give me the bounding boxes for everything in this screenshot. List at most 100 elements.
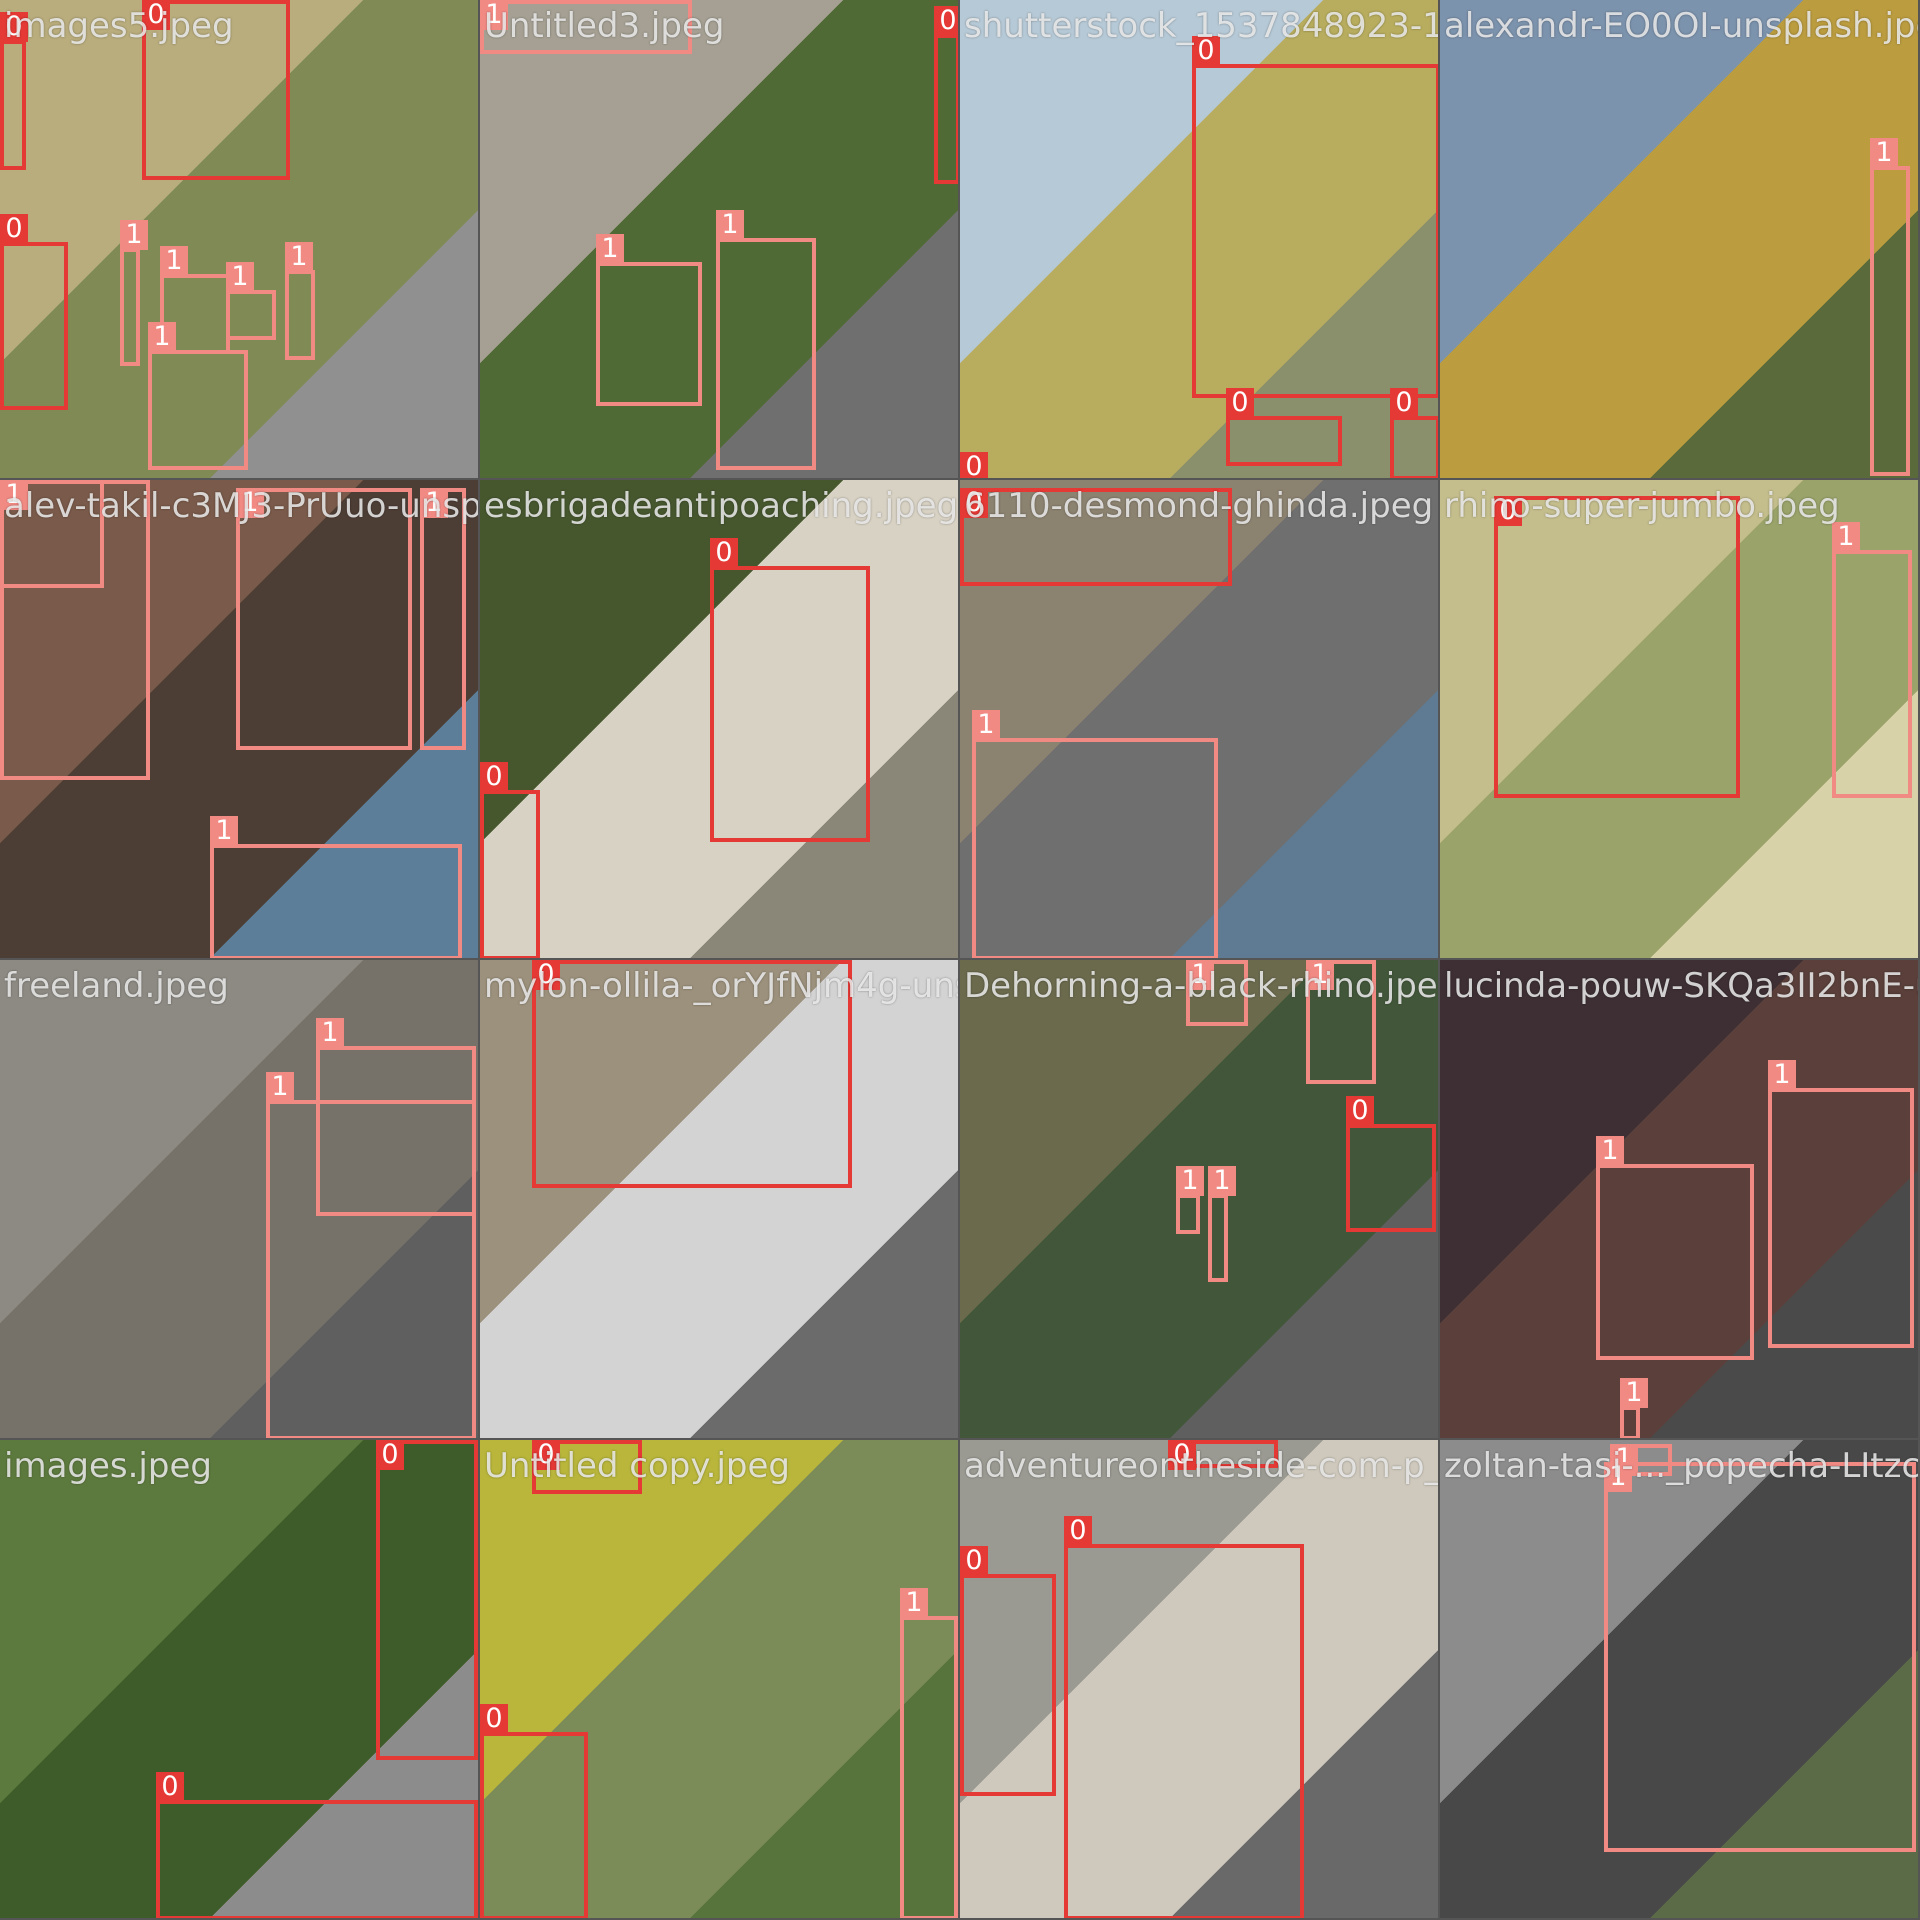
class-label: 1 xyxy=(972,710,1000,740)
detection-box: 0 xyxy=(1346,1096,1436,1232)
class-label: 0 xyxy=(1226,388,1254,418)
detection-box: 0 xyxy=(0,12,28,170)
mosaic-tile: 6110-desmond-ghinda.jpeg 0 1 xyxy=(960,480,1440,960)
detection-box: 1 xyxy=(266,1072,476,1438)
class-label: 1 xyxy=(1870,138,1898,168)
mosaic-tile: mylon-ollila-_orYJfNjm4g-unsplash.jpeg0 xyxy=(480,960,960,1440)
tile-filename: esbrigadeantipoaching.jpeg xyxy=(484,486,959,526)
mosaic-tile: freeland.jpeg 1 1 xyxy=(0,960,480,1440)
detection-box: 1 xyxy=(596,234,702,406)
class-label: 0 xyxy=(480,1704,508,1734)
detection-box: 0 xyxy=(0,214,68,410)
detection-box: 1 xyxy=(1176,1166,1204,1234)
detection-box: 1 xyxy=(1870,138,1910,476)
mosaic-tile: lucinda-pouw-SKQa3II2bnE-unsplash.jpeg 1 1… xyxy=(1440,960,1920,1440)
class-label: 0 xyxy=(1390,388,1418,418)
detection-box: 1 xyxy=(1620,1378,1648,1438)
detection-box: 1 xyxy=(148,322,248,470)
detection-box: 1 xyxy=(210,816,462,958)
mosaic-tile: esbrigadeantipoaching.jpeg 0 0 xyxy=(480,480,960,960)
detection-box: 1 xyxy=(1832,522,1912,798)
mosaic-tile: alexandr-EO0OI-unsplash.jpeg 1 xyxy=(1440,0,1920,480)
detection-box: 0 xyxy=(710,538,870,842)
detection-box: 1 xyxy=(226,262,276,340)
detection-mosaic: images5.jpeg 0 0 0 1 1 1 1 1 Untitled3.jpeg 1 0 1 1 sh… xyxy=(0,0,1920,1920)
detection-box: 0 xyxy=(376,1440,478,1760)
mosaic-tile: Untitled copy.jpeg 0 0 1 xyxy=(480,1440,960,1920)
mosaic-tile: alev-takil-c3MJ3-PrUuo-unsplash.jpeg1111… xyxy=(0,480,480,960)
tile-filename: mylon-ollila-_orYJfNjm4g-unsplash.jpeg xyxy=(484,966,960,1006)
detection-box: 1 xyxy=(972,710,1218,958)
tile-filename: rhino-super-jumbo.jpeg xyxy=(1444,486,1840,526)
class-label: 1 xyxy=(596,234,624,264)
detection-box: 1 xyxy=(236,488,412,750)
class-label: 1 xyxy=(1176,1166,1204,1196)
class-label: 0 xyxy=(0,214,28,244)
class-label: 1 xyxy=(1832,522,1860,552)
detection-box: 0 xyxy=(1226,388,1342,466)
detection-box: 0 xyxy=(480,762,540,958)
detection-box: 0 xyxy=(1494,496,1740,798)
detection-box: 0 xyxy=(960,1546,1056,1796)
class-label: 1 xyxy=(148,322,176,352)
class-label: 1 xyxy=(285,242,313,272)
class-label: 0 xyxy=(960,1546,988,1576)
class-label: 0 xyxy=(156,1772,184,1802)
class-label: 0 xyxy=(710,538,738,568)
tile-filename: images5.jpeg xyxy=(4,6,234,46)
mosaic-tile: images.jpeg 0 0 xyxy=(0,1440,480,1920)
tile-filename: shutterstock_1537848923-1024x683.jpeg xyxy=(964,6,1438,46)
tile-filename: images.jpeg xyxy=(4,1446,212,1486)
mosaic-tile: images5.jpeg 0 0 0 1 1 1 1 1 xyxy=(0,0,480,480)
tile-filename: 6110-desmond-ghinda.jpeg xyxy=(964,486,1434,526)
tile-filename: Dehorning-a-black-rhino.jpeg xyxy=(964,966,1440,1006)
detection-box: 0 xyxy=(1064,1516,1304,1918)
detection-box: 1 xyxy=(1768,1060,1914,1348)
class-label: 1 xyxy=(900,1588,928,1618)
class-label: 0 xyxy=(1064,1516,1092,1546)
tile-filename: alev-takil-c3MJ3-PrUuo-unsplash.jpeg xyxy=(4,486,480,526)
class-label: 0 xyxy=(376,1440,404,1470)
detection-box: 1 xyxy=(716,210,816,470)
class-label: 0 xyxy=(480,762,508,792)
detection-box: 1 xyxy=(120,220,148,366)
class-label: 1 xyxy=(716,210,744,240)
detection-box: 1 xyxy=(420,488,466,750)
mosaic-tile: rhino-super-jumbo.jpeg 0 1 xyxy=(1440,480,1920,960)
mosaic-tile: zoltan-tasi-..._popecha-LItzcvR.jpeg11 xyxy=(1440,1440,1920,1920)
tile-filename: Untitled3.jpeg xyxy=(484,6,725,46)
tile-filename: freeland.jpeg xyxy=(4,966,229,1006)
tile-filename: Untitled copy.jpeg xyxy=(484,1446,790,1486)
detection-box: 1 xyxy=(1208,1166,1236,1282)
detection-box: 0 xyxy=(1192,36,1438,398)
detection-box: 1 xyxy=(285,242,315,360)
tile-filename: alexandr-EO0OI-unsplash.jpeg xyxy=(1444,6,1920,46)
class-label: 1 xyxy=(160,246,188,276)
mosaic-tile: shutterstock_1537848923-1024x683.jpeg000… xyxy=(960,0,1440,480)
class-label: 0 xyxy=(934,6,958,36)
class-label: 1 xyxy=(210,816,238,846)
detection-box: 1 xyxy=(1604,1462,1916,1852)
class-label: 1 xyxy=(1596,1136,1624,1166)
detection-box: 0 xyxy=(480,1704,588,1918)
class-label: 1 xyxy=(266,1072,294,1102)
class-label: 0 xyxy=(1346,1096,1374,1126)
class-label: 1 xyxy=(1208,1166,1236,1196)
mosaic-tile: Untitled3.jpeg 1 0 1 1 xyxy=(480,0,960,480)
detection-box: 1 xyxy=(1596,1136,1754,1360)
detection-box: 0 xyxy=(156,1772,478,1918)
detection-box: 0 xyxy=(934,6,958,184)
class-label: 1 xyxy=(316,1018,344,1048)
detection-box: 0 xyxy=(1390,388,1438,478)
class-label: 1 xyxy=(1768,1060,1796,1090)
mosaic-tile: adventureontheside-com-p_3cBjas2Ro-unspl… xyxy=(960,1440,1440,1920)
class-label: 1 xyxy=(120,220,148,250)
detection-box: 1 xyxy=(900,1588,958,1918)
class-label: 1 xyxy=(1620,1378,1648,1408)
tile-filename: zoltan-tasi-..._popecha-LItzcvR.jpeg xyxy=(1444,1446,1920,1486)
class-label: 1 xyxy=(226,262,254,292)
class-label: 0 xyxy=(960,452,988,478)
mosaic-tile: Dehorning-a-black-rhino.jpeg 1 1 0 1 1 xyxy=(960,960,1440,1440)
tile-filename: lucinda-pouw-SKQa3II2bnE-unsplash.jpeg xyxy=(1444,966,1918,1006)
tile-filename: adventureontheside-com-p_3cBjas2Ro-unspl… xyxy=(964,1446,1440,1486)
